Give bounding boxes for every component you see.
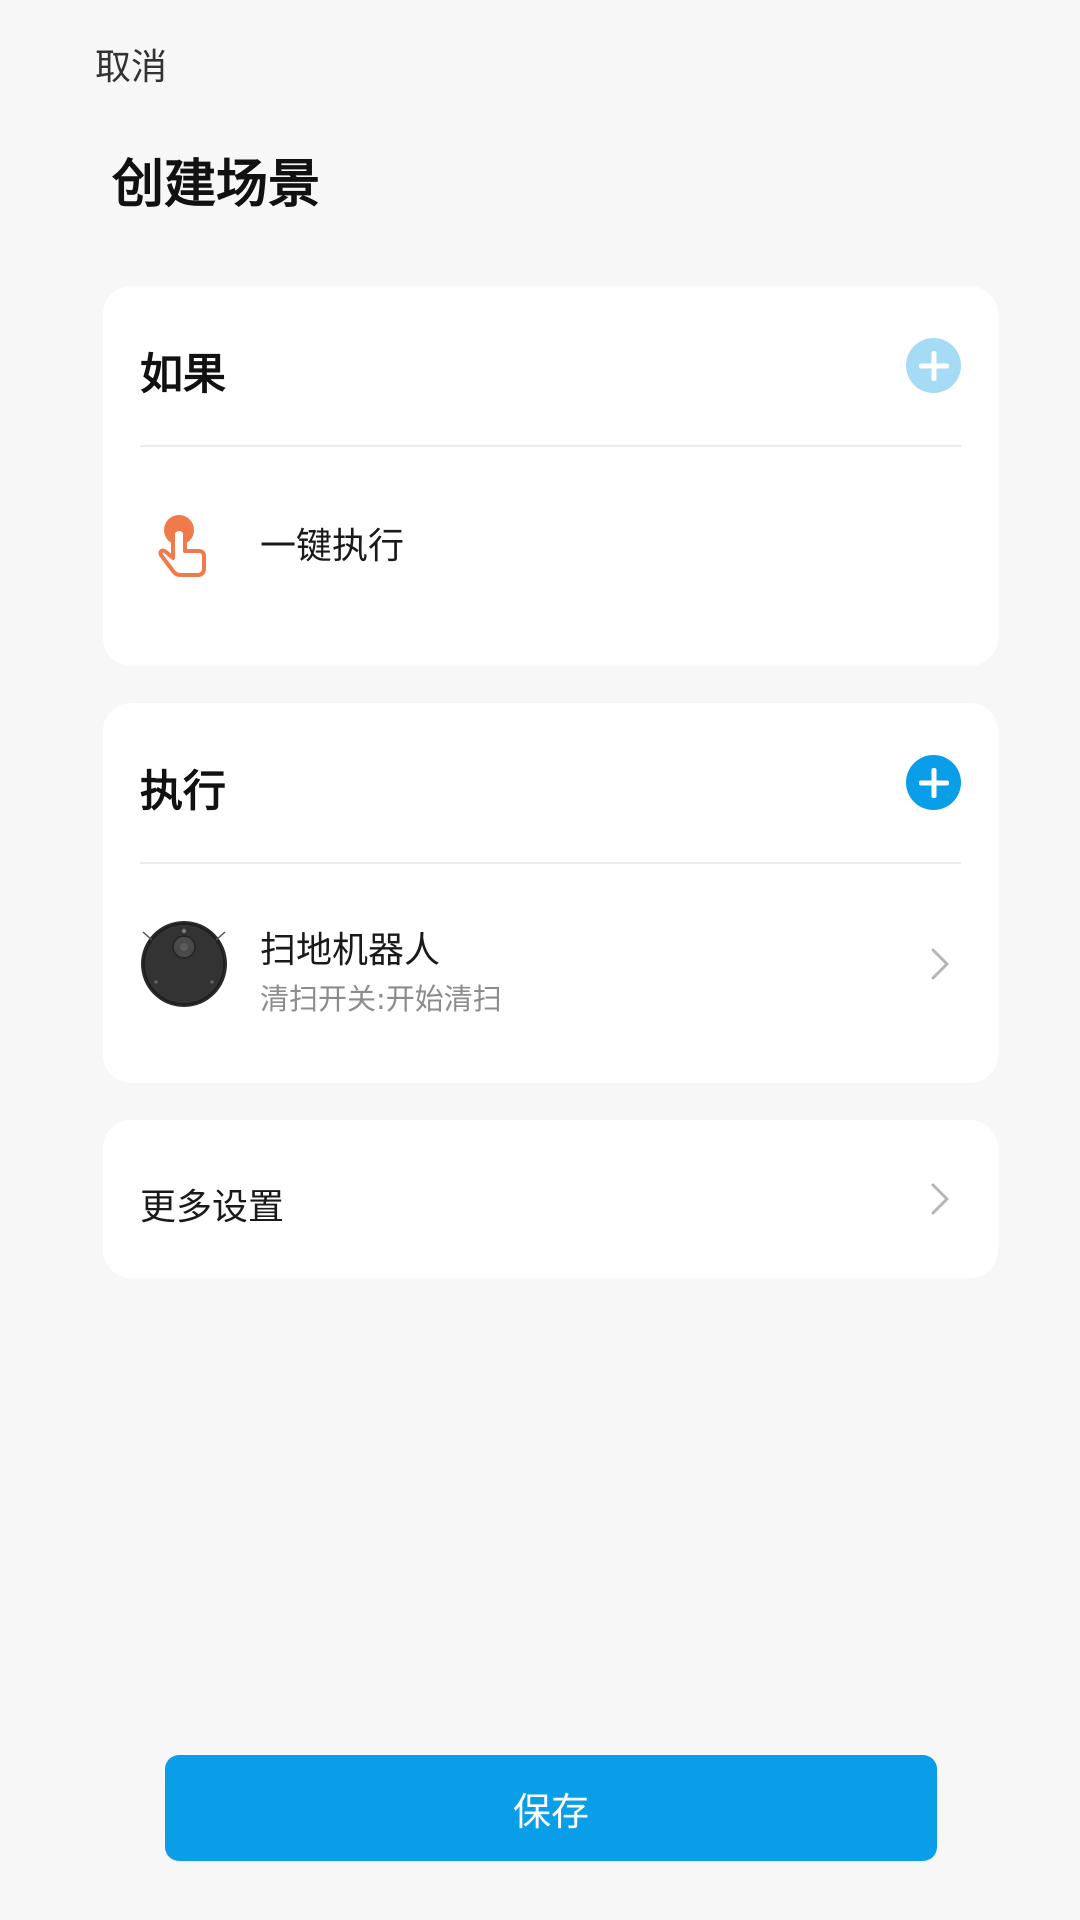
condition-card-title: 如果 <box>140 350 226 400</box>
action-card-header: 执行 <box>140 703 961 864</box>
hand-tap-icon <box>158 515 206 577</box>
action-card-title: 执行 <box>140 767 226 817</box>
condition-card: 如果 一键执行 <box>103 286 998 666</box>
condition-item[interactable]: 一键执行 <box>140 447 961 666</box>
more-settings-card: 更多设置 <box>103 1120 998 1278</box>
page-title: 创建场景 <box>112 155 321 215</box>
cancel-button[interactable]: 取消 <box>95 38 167 90</box>
save-button[interactable]: 保存 <box>165 1755 937 1861</box>
robot-vacuum-icon <box>141 921 227 1007</box>
chevron-right-icon <box>931 948 949 980</box>
more-settings-label: 更多设置 <box>140 1187 285 1228</box>
action-item-subtitle: 清扫开关:开始清扫 <box>260 982 502 1016</box>
condition-card-header: 如果 <box>140 286 961 447</box>
more-settings-item[interactable]: 更多设置 <box>140 1120 961 1278</box>
add-condition-button[interactable] <box>906 338 961 393</box>
action-card: 执行 扫地机器人 清扫开关:开始清扫 <box>103 703 998 1083</box>
action-item[interactable]: 扫地机器人 清扫开关:开始清扫 <box>140 864 961 1083</box>
condition-item-label: 一键执行 <box>260 526 405 567</box>
action-item-title: 扫地机器人 <box>260 930 441 971</box>
add-action-button[interactable] <box>906 755 961 810</box>
chevron-right-icon <box>931 1183 949 1215</box>
